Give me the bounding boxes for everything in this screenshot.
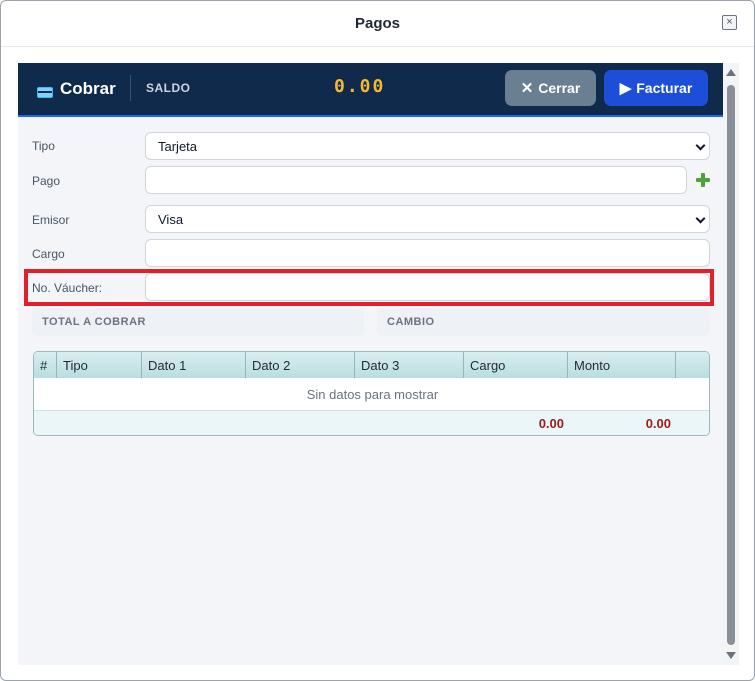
- monto-total: 0.00: [645, 416, 671, 431]
- cargo-label: Cargo: [32, 247, 65, 261]
- grid-header-monto[interactable]: Monto: [568, 352, 676, 378]
- emisor-select[interactable]: Visa: [145, 205, 710, 233]
- saldo-label: SALDO: [146, 81, 191, 95]
- vertical-scrollbar[interactable]: [723, 63, 739, 665]
- topbar-divider: [130, 75, 131, 101]
- grid-header-dato2[interactable]: Dato 2: [246, 352, 355, 378]
- cargo-total: 0.00: [538, 416, 564, 431]
- dialog-title: Pagos: [354, 15, 400, 32]
- add-payment-icon[interactable]: [696, 173, 710, 187]
- grid-header-row: # Tipo Dato 1 Dato 2 Dato 3 Cargo Monto: [34, 352, 709, 378]
- scroll-up-arrow-icon[interactable]: [726, 69, 736, 76]
- voucher-input[interactable]: [145, 273, 710, 301]
- pago-input[interactable]: [145, 166, 687, 194]
- dialog-header: Pagos ×: [1, 1, 754, 47]
- cambio-box: CAMBIO: [377, 308, 710, 336]
- voucher-label: No. Váucher:: [32, 281, 103, 295]
- emisor-select-value: Visa: [158, 211, 184, 227]
- pago-label: Pago: [32, 174, 61, 188]
- cerrar-button-label: Cerrar: [538, 80, 581, 96]
- play-icon: ▶: [619, 79, 632, 97]
- emisor-label: Emisor: [32, 213, 70, 227]
- grid-header-actions: [676, 352, 709, 378]
- payments-grid: # Tipo Dato 1 Dato 2 Dato 3 Cargo Monto …: [33, 351, 710, 436]
- cambio-label: CAMBIO: [387, 316, 435, 328]
- total-a-cobrar-box: TOTAL A COBRAR: [32, 308, 364, 336]
- payments-dialog: Pagos × Cobrar SALDO 0.00 ✕ Cerrar ▶ Fac…: [0, 0, 755, 681]
- tipo-select-value: Tarjeta: [158, 138, 198, 154]
- facturar-button-label: Facturar: [636, 80, 693, 96]
- scroll-down-arrow-icon[interactable]: [726, 652, 736, 659]
- total-a-cobrar-label: TOTAL A COBRAR: [42, 316, 146, 328]
- grid-header-tipo[interactable]: Tipo: [57, 352, 142, 378]
- cerrar-button[interactable]: ✕ Cerrar: [505, 70, 596, 106]
- grid-footer-row: 0.00 0.00: [34, 411, 709, 435]
- facturar-button[interactable]: ▶ Facturar: [604, 70, 708, 106]
- tipo-select[interactable]: Tarjeta: [145, 132, 710, 160]
- payment-topbar: Cobrar SALDO 0.00 ✕ Cerrar ▶ Facturar: [18, 63, 723, 117]
- tipo-label: Tipo: [32, 139, 55, 153]
- close-icon[interactable]: ×: [722, 15, 737, 30]
- grid-header-cargo[interactable]: Cargo: [464, 352, 568, 378]
- x-icon: ✕: [520, 79, 534, 97]
- cobrar-title: Cobrar: [60, 79, 116, 98]
- grid-header-dato1[interactable]: Dato 1: [142, 352, 246, 378]
- scroll-thumb[interactable]: [727, 85, 735, 645]
- grid-empty-message: Sin datos para mostrar: [34, 378, 709, 411]
- grid-header-dato3[interactable]: Dato 3: [355, 352, 464, 378]
- payment-panel: Cobrar SALDO 0.00 ✕ Cerrar ▶ Facturar Ti…: [18, 63, 723, 665]
- cargo-input[interactable]: [145, 239, 710, 267]
- grid-header-number[interactable]: #: [34, 352, 57, 378]
- saldo-value: 0.00: [334, 76, 386, 97]
- credit-card-icon: [37, 87, 53, 98]
